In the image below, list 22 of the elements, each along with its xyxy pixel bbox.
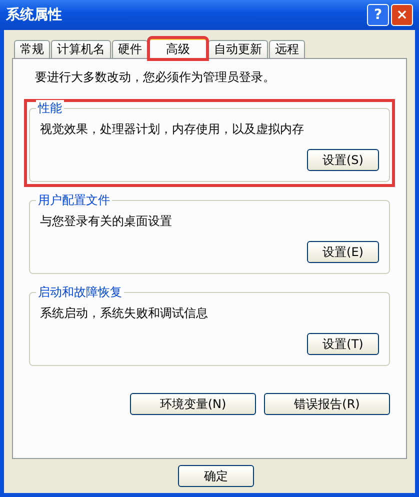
group-description: 视觉效果，处理器计划，内存使用，以及虚拟内存	[40, 121, 305, 138]
panel-button[interactable]: 环境变量(N)	[130, 393, 256, 415]
settings-button[interactable]: 设置(T)	[307, 333, 379, 355]
group-title: 用户配置文件	[36, 192, 112, 209]
tab[interactable]: 自动更新	[208, 40, 268, 58]
tab[interactable]: 高级	[149, 38, 207, 59]
notice-text: 要进行大多数改动，您必须作为管理员登录。	[35, 69, 276, 86]
group-title: 启动和故障恢复	[36, 284, 124, 301]
tab[interactable]: 计算机名	[51, 40, 111, 58]
group-title: 性能	[36, 100, 64, 117]
tab[interactable]: 硬件	[112, 40, 148, 58]
tab[interactable]: 远程	[269, 40, 305, 58]
panel-button[interactable]: 错误报告(R)	[264, 393, 390, 415]
settings-button[interactable]: 设置(S)	[307, 149, 379, 171]
help-button[interactable]: ?	[367, 4, 389, 26]
tab[interactable]: 常规	[14, 40, 50, 58]
settings-button[interactable]: 设置(E)	[307, 241, 379, 263]
close-button[interactable]: ×	[391, 4, 413, 26]
dialog-button[interactable]: 确定	[178, 465, 254, 487]
group-description: 与您登录有关的桌面设置	[40, 213, 173, 230]
group-description: 系统启动，系统失败和调试信息	[40, 305, 209, 322]
window-title: 系统属性	[6, 6, 62, 24]
